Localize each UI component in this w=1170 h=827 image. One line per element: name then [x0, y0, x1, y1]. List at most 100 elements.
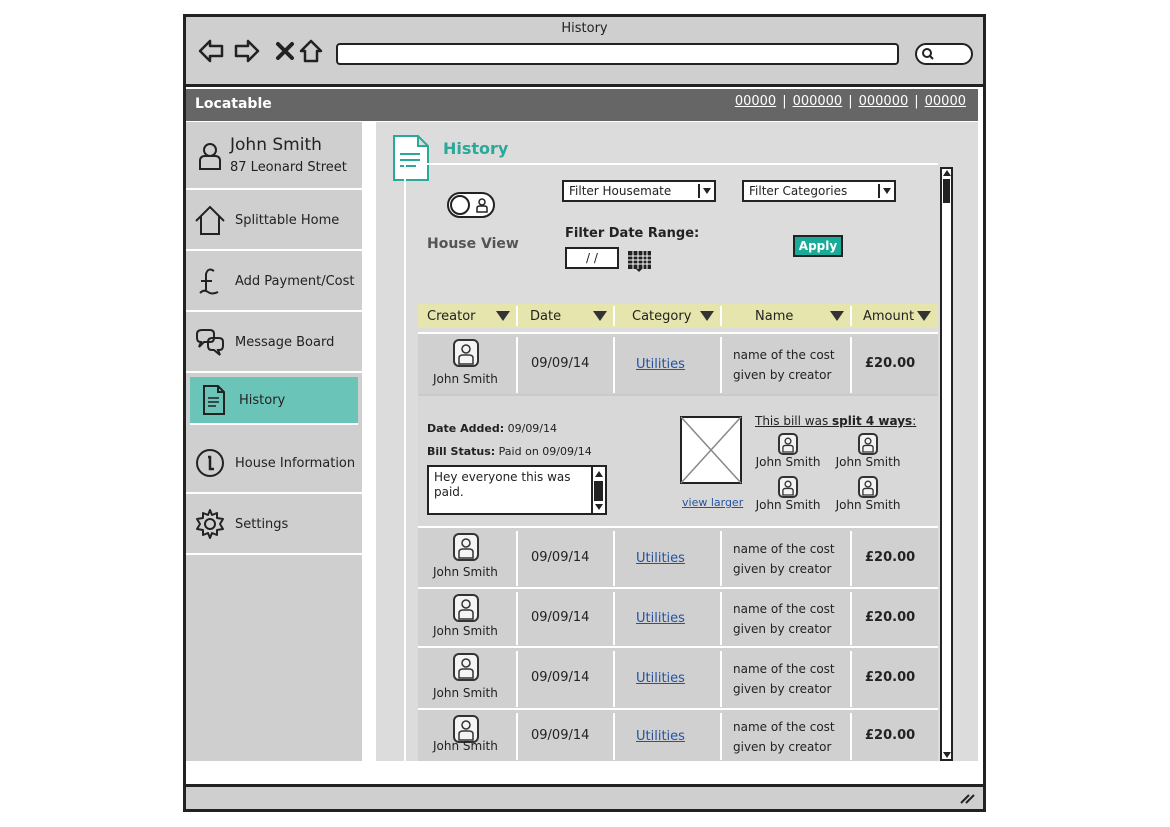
cost-name: name of the cost given by creator [733, 541, 835, 576]
document-icon [393, 135, 429, 181]
creator-name: John Smith [433, 624, 498, 638]
split-person-name: John Smith [835, 455, 901, 469]
category-link[interactable]: Utilities [636, 611, 685, 626]
sort-arrow-icon [917, 311, 931, 321]
header-link[interactable]: 000000 [859, 94, 909, 109]
table-row[interactable]: John Smith 09/09/14 Utilities name of the c… [418, 646, 938, 708]
address-bar[interactable] [336, 43, 899, 65]
back-arrow-icon[interactable] [198, 38, 224, 64]
split-summary: This bill was split 4 ways: [755, 414, 917, 428]
sidebar-item-label: House Information [235, 455, 356, 471]
calendar-icon[interactable] [627, 248, 652, 272]
select-value: Filter Housemate [569, 184, 672, 198]
sidebar-item-house-information[interactable]: House Information [186, 434, 362, 494]
main-scrollbar[interactable] [940, 167, 953, 761]
info-icon [196, 449, 224, 477]
apply-button[interactable]: Apply [793, 235, 843, 257]
cost-name: name of the cost given by creator [733, 719, 835, 754]
close-icon[interactable] [272, 38, 298, 64]
sidebar-item-message-board[interactable]: Message Board [186, 313, 362, 373]
row-detail-panel: Date Added: 09/09/14 Bill Status: Paid o… [418, 394, 938, 526]
status-bar [186, 784, 983, 809]
row-amount: £20.00 [865, 670, 916, 685]
scroll-up-icon[interactable] [943, 170, 951, 176]
user-avatar-icon [453, 594, 479, 622]
row-amount: £20.00 [865, 549, 916, 565]
receipt-image-placeholder[interactable] [680, 416, 742, 484]
sort-arrow-icon [830, 311, 844, 321]
user-avatar-icon [453, 533, 479, 561]
bill-status: Bill Status: Paid on 09/09/14 [427, 445, 592, 458]
table-row[interactable]: John Smith 09/09/14 Utilities name of the c… [418, 526, 938, 587]
column-header-date[interactable]: Date [518, 304, 613, 328]
user-avatar-icon [858, 433, 878, 455]
divider [403, 163, 938, 165]
table-row[interactable]: John Smith 09/09/14 Utilities name of the c… [418, 587, 938, 646]
app-header: Locatable 00000 | 000000 | 000000 | 00000 [186, 89, 978, 121]
sort-arrow-icon [593, 311, 607, 321]
scroll-thumb[interactable] [943, 179, 950, 203]
sidebar-item-settings[interactable]: Settings [186, 495, 362, 555]
header-link[interactable]: 00000 [925, 94, 966, 109]
category-link[interactable]: Utilities [636, 671, 685, 686]
split-person: John Smith [835, 433, 901, 469]
home-icon [195, 205, 225, 235]
row-date: 09/09/14 [531, 549, 590, 565]
column-header-name[interactable]: Name [722, 304, 850, 328]
view-larger-link[interactable]: view larger [682, 496, 743, 509]
column-header-category[interactable]: Category [615, 304, 720, 328]
divider [404, 163, 406, 761]
row-amount: £20.00 [865, 356, 916, 371]
browser-search-box[interactable] [915, 43, 973, 65]
user-avatar-icon [778, 433, 798, 455]
cost-name: name of the cost given by creator [733, 348, 835, 382]
search-icon [922, 48, 934, 60]
scroll-down-icon[interactable] [943, 752, 951, 758]
category-link[interactable]: Utilities [636, 357, 685, 372]
sidebar: John Smith 87 Leonard Street Splittable … [186, 122, 362, 761]
comment-box[interactable]: Hey everyone this was paid. [427, 465, 607, 515]
user-profile[interactable]: John Smith 87 Leonard Street [186, 122, 362, 190]
user-avatar-icon [476, 198, 488, 213]
home-icon[interactable] [298, 38, 324, 64]
column-header-amount[interactable]: Amount [852, 304, 938, 328]
category-link[interactable]: Utilities [636, 551, 685, 566]
table-header: Creator Date Category Name Amount [418, 304, 938, 328]
sort-arrow-icon [496, 311, 510, 321]
table-row[interactable]: John Smith 09/09/14 Utilities name of the c… [418, 708, 938, 761]
column-label: Name [755, 308, 794, 324]
row-amount: £20.00 [865, 609, 916, 625]
page-title: History [443, 139, 509, 158]
creator-name: John Smith [433, 686, 498, 700]
chat-icon [196, 329, 224, 356]
split-person: John Smith [755, 433, 821, 469]
gear-icon [196, 509, 224, 539]
chevron-down-icon [698, 184, 712, 198]
column-header-creator[interactable]: Creator [418, 304, 516, 328]
header-link[interactable]: 000000 [793, 94, 843, 109]
forward-arrow-icon[interactable] [234, 38, 260, 64]
split-person: John Smith [835, 476, 901, 512]
select-value: Filter Categories [749, 184, 848, 198]
sidebar-item-label: Splittable Home [235, 212, 340, 228]
user-avatar-icon [778, 476, 798, 498]
header-link[interactable]: 00000 [735, 94, 776, 109]
brand-logo: Locatable [195, 96, 272, 112]
resize-grip-icon[interactable] [959, 792, 975, 804]
row-date: 09/09/14 [531, 609, 590, 625]
filter-categories-select[interactable]: Filter Categories [742, 180, 896, 202]
scrollbar[interactable] [591, 467, 605, 513]
category-link[interactable]: Utilities [636, 729, 685, 744]
sidebar-item-splittable-home[interactable]: Splittable Home [186, 191, 362, 251]
house-view-toggle[interactable] [447, 192, 495, 218]
user-avatar-icon [199, 143, 221, 170]
date-added: Date Added: 09/09/14 [427, 422, 558, 435]
user-avatar-icon [453, 339, 479, 367]
sidebar-item-history[interactable]: History [190, 377, 358, 425]
pound-icon [199, 268, 219, 295]
table-row[interactable]: John Smith 09/09/14 Utilities name of the c… [418, 332, 938, 394]
date-input[interactable]: / / [565, 247, 619, 269]
browser-toolbar: History [186, 17, 983, 87]
filter-housemate-select[interactable]: Filter Housemate [562, 180, 716, 202]
sidebar-item-add-payment[interactable]: Add Payment/Cost [186, 252, 362, 312]
